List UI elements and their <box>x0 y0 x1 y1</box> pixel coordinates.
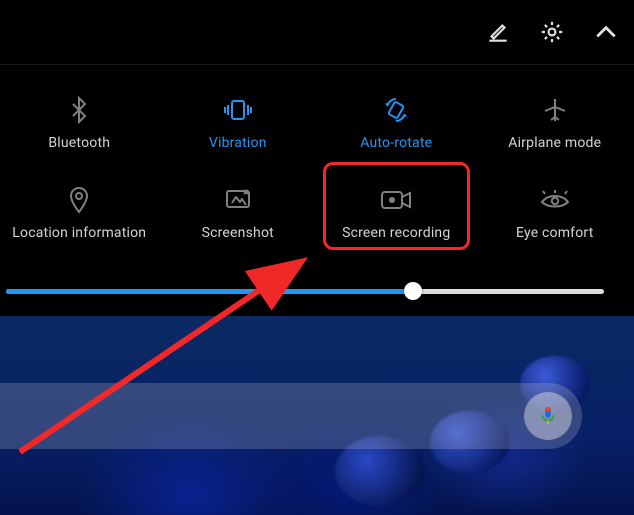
location-icon <box>68 186 90 214</box>
autorotate-icon <box>382 96 410 124</box>
collapse-button[interactable] <box>592 18 620 46</box>
gear-icon <box>539 19 565 45</box>
tile-label: Airplane mode <box>508 135 601 151</box>
eye-icon <box>540 190 570 210</box>
voice-search-button[interactable] <box>524 392 572 440</box>
tile-screen-recording[interactable]: Screen recording <box>317 168 476 258</box>
brightness-slider[interactable] <box>6 286 604 296</box>
microphone-icon <box>537 405 559 427</box>
brightness-thumb[interactable] <box>404 282 422 300</box>
bluetooth-icon <box>67 96 91 124</box>
panel-header-actions <box>484 18 620 46</box>
tile-label: Eye comfort <box>516 225 594 241</box>
tile-label: Screenshot <box>202 225 274 241</box>
tile-screenshot[interactable]: Screenshot <box>159 168 318 258</box>
panel-divider <box>0 64 634 65</box>
quick-settings-grid: Bluetooth Vibration Auto-rotate Air <box>0 78 634 258</box>
tile-label: Bluetooth <box>48 135 110 151</box>
screenshot-icon <box>224 188 252 212</box>
tile-airplane[interactable]: Airplane mode <box>476 78 634 168</box>
vibration-icon <box>222 98 254 122</box>
edit-button[interactable] <box>484 18 512 46</box>
chevron-up-icon <box>593 19 619 45</box>
brightness-fill <box>6 289 413 294</box>
tile-label: Vibration <box>209 135 267 151</box>
tile-label: Screen recording <box>342 225 450 241</box>
airplane-icon <box>542 97 568 123</box>
tile-label: Location information <box>12 225 146 241</box>
tile-vibration[interactable]: Vibration <box>159 78 318 168</box>
tile-eye-comfort[interactable]: Eye comfort <box>476 168 634 258</box>
tile-autorotate[interactable]: Auto-rotate <box>317 78 476 168</box>
settings-button[interactable] <box>538 18 566 46</box>
tile-location[interactable]: Location information <box>0 168 159 258</box>
search-bar[interactable] <box>0 383 582 449</box>
brightness-track <box>6 289 604 294</box>
edit-icon <box>485 19 511 45</box>
tile-bluetooth[interactable]: Bluetooth <box>0 78 159 168</box>
quick-settings-panel: Bluetooth Vibration Auto-rotate Air <box>0 0 634 316</box>
screenrecord-icon <box>380 189 412 211</box>
tile-label: Auto-rotate <box>360 135 432 151</box>
